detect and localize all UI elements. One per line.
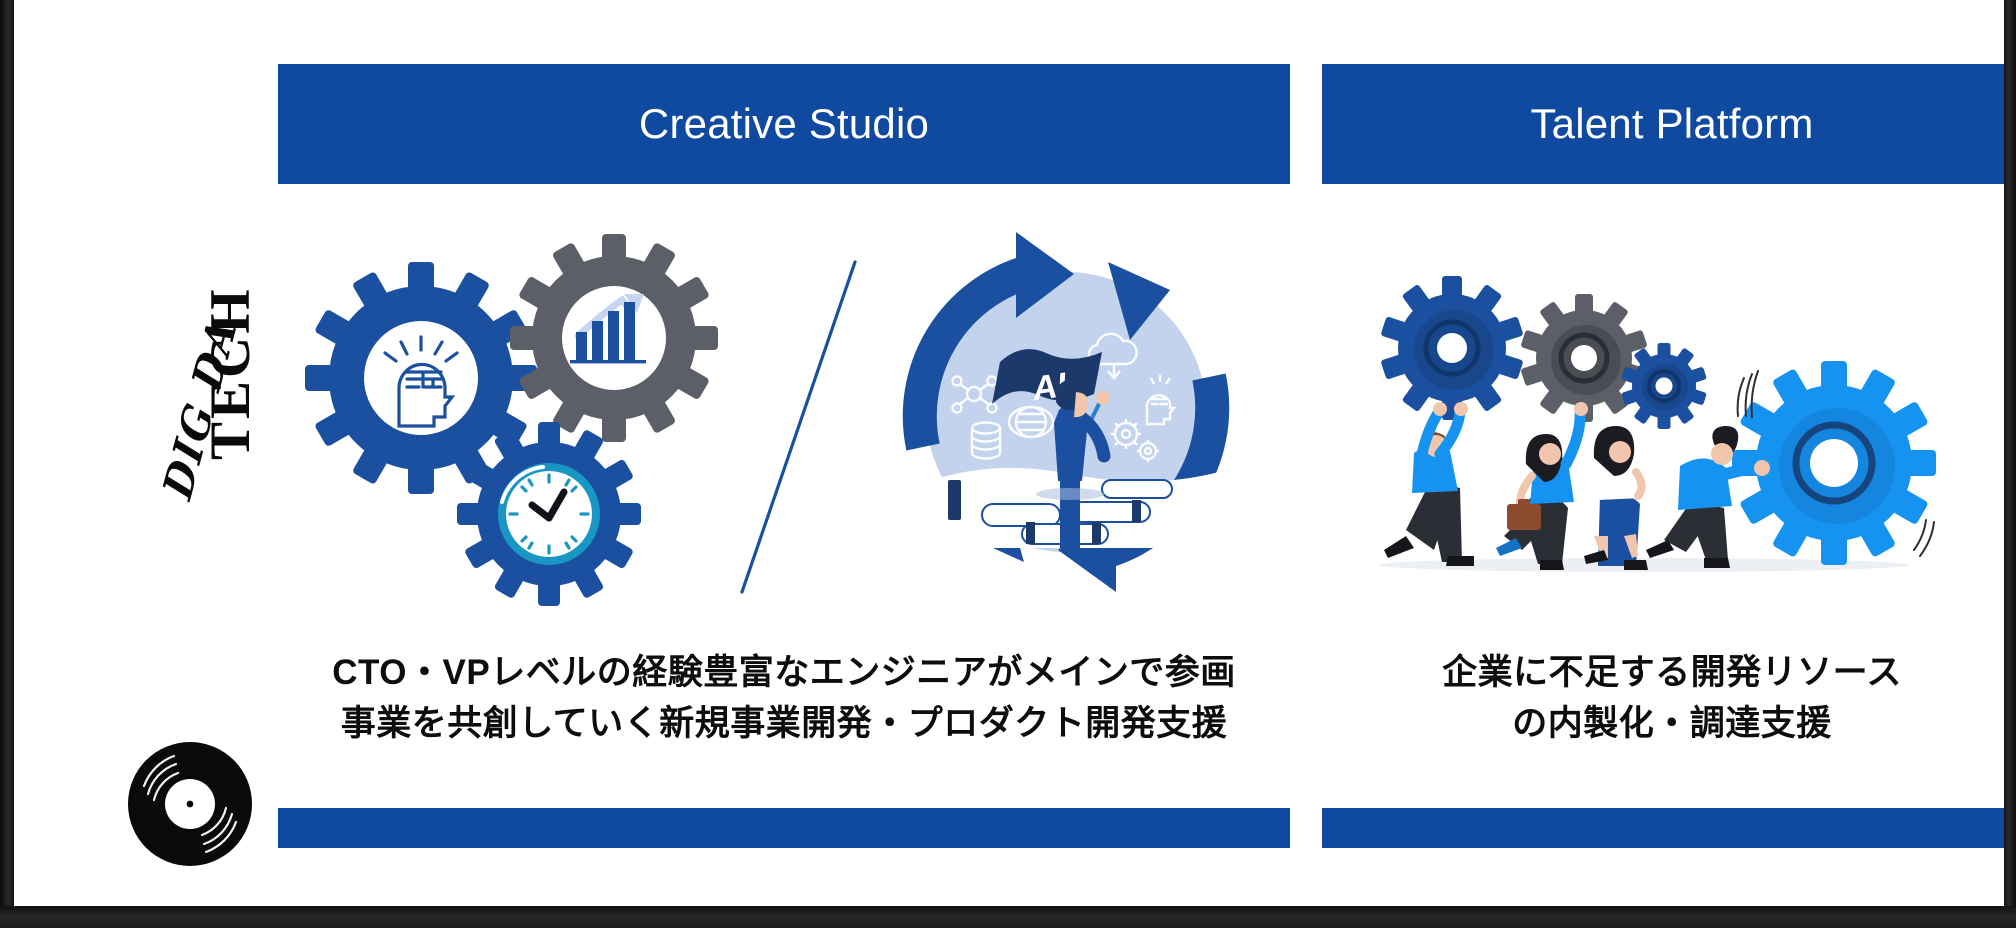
briefcase-icon [1507,504,1541,530]
slide-canvas: TECH DIG DA Creative Studio AI CTO・VPレベル… [14,0,2004,906]
ai-cycle-illustration: AI [902,232,1230,592]
clock-icon [498,463,600,565]
gear-ai-brain [305,262,537,494]
gear-small-blue [1621,343,1707,429]
device-bezel-left [0,0,14,906]
device-bezel-bottom [0,906,2016,928]
caption-line: 事業を共創していく新規事業開発・プロダクト開発支援 [340,703,1228,743]
caption-line: の内製化・調達支援 [1512,703,1832,743]
person-woman-briefcase [1496,402,1588,570]
gear-growth-chart [510,234,718,442]
caption-line: 企業に不足する開発リソース [1442,653,1902,692]
three-gears-illustration [305,234,718,606]
panel-title-talent-platform: Talent Platform [1530,100,1814,147]
brand-logo[interactable]: TECH DIG DA [62,150,262,866]
panel-banner-talent-platform[interactable]: Talent Platform [1322,64,2004,184]
person-woman-walking [1584,426,1648,570]
vinyl-record-icon [128,742,252,866]
gear-clock [457,422,641,606]
panel-title-creative-studio: Creative Studio [638,100,930,147]
panel-caption-talent-platform: 企業に不足する開発リソース の内製化・調達支援 [1322,648,2004,750]
panel-footer-bar-creative-studio [278,808,1290,848]
caption-line: CTO・VPレベルの経験豊富なエンジニアがメインで参画 [332,653,1236,692]
panel-caption-creative-studio: CTO・VPレベルの経験豊富なエンジニアがメインで参画 事業を共創していく新規事… [278,648,1290,750]
gear-dark-blue [1381,276,1523,420]
panel-footer-bar-talent-platform [1322,808,2004,848]
person-running-man [1384,402,1474,566]
diagonal-slash-divider [740,260,857,594]
panel-banner-creative-studio[interactable]: Creative Studio [278,64,1290,184]
team-carrying-gears-illustration [1379,276,1936,572]
device-bezel-right [2004,0,2016,906]
